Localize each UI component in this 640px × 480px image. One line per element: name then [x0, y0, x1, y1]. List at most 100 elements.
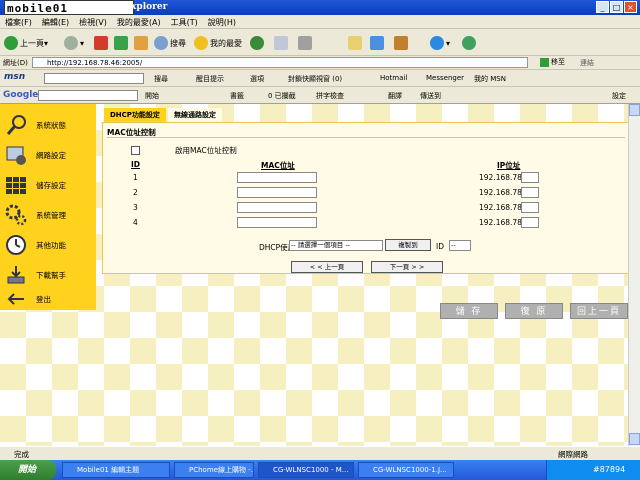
sidebar-item-network[interactable]: 網路設定	[4, 142, 94, 168]
tray-clock: #87894	[593, 465, 626, 474]
msn-search-input[interactable]	[44, 73, 144, 84]
back-button[interactable]: 上一頁 ▾	[4, 34, 48, 52]
address-input[interactable]: http://192.168.78.46:2005/	[32, 57, 528, 68]
blocked-popups-button[interactable]: 0 已攔截	[268, 91, 296, 101]
menu-favorites[interactable]: 我的最愛(A)	[112, 15, 166, 30]
tab-wireless-access[interactable]: 無線通路設定	[168, 108, 222, 122]
stop-icon	[94, 36, 108, 50]
task-pchome[interactable]: PChome線上購物 -...	[174, 462, 254, 478]
menu-tools[interactable]: 工具(T)	[166, 15, 203, 30]
sidebar-item-download[interactable]: 下載幫手	[4, 262, 94, 288]
send-to-button[interactable]: 傳送到	[420, 91, 441, 101]
toolbar: 上一頁 ▾ ▾ 搜尋 我的最愛 ▾	[0, 29, 640, 56]
hotmail-button[interactable]: Hotmail	[380, 74, 407, 82]
ip-prefix: 192.168.78.	[479, 173, 525, 182]
star-icon	[194, 36, 208, 50]
back-page-button[interactable]: 回上一頁	[570, 303, 628, 319]
mac-input[interactable]	[237, 217, 317, 228]
msn-logo: msn	[4, 72, 26, 82]
minimize-button[interactable]: _	[596, 1, 609, 13]
restore-button[interactable]: 復 原	[505, 303, 563, 319]
google-search-input[interactable]	[38, 90, 138, 101]
task-image[interactable]: CG-WLNSC1000-1.J...	[358, 462, 454, 478]
ip-last-octet-input[interactable]	[521, 187, 539, 198]
mac-input[interactable]	[237, 172, 317, 183]
network-icon	[4, 144, 28, 166]
download-icon	[4, 264, 28, 286]
print-icon	[298, 36, 312, 50]
close-button[interactable]: ×	[624, 1, 637, 13]
dhcp-user-select[interactable]: -- 請選擇一個項目 --	[289, 240, 383, 251]
google-logo: Google	[3, 90, 39, 100]
home-button[interactable]	[134, 34, 150, 52]
go-button[interactable]: 移至	[540, 57, 565, 67]
my-msn-button[interactable]: 我的 MSN	[474, 74, 506, 84]
copy-to-button[interactable]: 複製到	[385, 239, 431, 251]
forward-button[interactable]: ▾	[64, 34, 84, 52]
contacts-button[interactable]	[462, 34, 478, 52]
tab-dhcp[interactable]: DHCP功能設定	[104, 108, 166, 122]
scroll-down-arrow[interactable]	[629, 433, 640, 445]
row-id: 4	[133, 218, 138, 227]
zone-text: 網際網路	[558, 450, 588, 459]
menu-edit[interactable]: 編輯(E)	[37, 15, 74, 30]
sidebar-item-storage[interactable]: 儲存設定	[4, 172, 94, 198]
header-id: ID	[131, 160, 141, 169]
messenger-icon	[430, 36, 444, 50]
discuss-button[interactable]	[370, 34, 386, 52]
save-button[interactable]: 儲 存	[440, 303, 498, 319]
print-button[interactable]	[298, 34, 314, 52]
research-button[interactable]	[394, 34, 410, 52]
mac-control-panel: MAC位址控制 啟用MAC位址控制 ID MAC位址 IP位址 1 192.16…	[102, 122, 628, 274]
menu-help[interactable]: 說明(H)	[203, 15, 241, 30]
scroll-up-arrow[interactable]	[629, 104, 640, 116]
mail-icon	[274, 36, 288, 50]
links-label[interactable]: 連結	[580, 58, 594, 68]
logout-arrow-icon	[4, 288, 28, 310]
stop-button[interactable]	[94, 34, 110, 52]
start-button[interactable]: 開始	[0, 460, 56, 480]
msn-options-button[interactable]: 選項	[250, 74, 264, 84]
edit-button[interactable]	[348, 34, 364, 52]
ip-last-octet-input[interactable]	[521, 172, 539, 183]
sidebar-item-system-status[interactable]: 系統狀態	[4, 112, 94, 138]
translate-button[interactable]: 翻譯	[388, 91, 402, 101]
sidebar-item-logout[interactable]: 登出	[4, 286, 94, 312]
msn-alerts-button[interactable]: 醒目提示	[196, 74, 224, 84]
favorites-button[interactable]: 我的最愛	[194, 34, 242, 52]
msn-search-button[interactable]: 搜尋	[154, 74, 168, 84]
google-settings-button[interactable]: 設定	[612, 91, 626, 101]
sidebar-item-other[interactable]: 其他功能	[4, 232, 94, 258]
messenger-link[interactable]: Messenger	[426, 74, 464, 82]
ip-last-octet-input[interactable]	[521, 202, 539, 213]
sidebar-item-system-admin[interactable]: 系統管理	[4, 202, 94, 228]
enable-mac-control-checkbox[interactable]	[131, 146, 140, 155]
id-select[interactable]: --	[449, 240, 471, 251]
menu-view[interactable]: 檢視(V)	[74, 15, 112, 30]
task-mobile01[interactable]: Mobile01 編輯主題	[62, 462, 170, 478]
mac-input[interactable]	[237, 202, 317, 213]
google-start-button[interactable]: 開始	[145, 91, 159, 101]
search-button[interactable]: 搜尋	[154, 34, 186, 52]
ip-prefix: 192.168.78.	[479, 203, 525, 212]
popup-blocker-button[interactable]: 封鎖快顯視窗 (0)	[288, 74, 342, 84]
refresh-icon	[114, 36, 128, 50]
bookmarks-button[interactable]: 書籤	[230, 91, 244, 101]
maximize-button[interactable]: □	[610, 1, 623, 13]
divider	[107, 137, 625, 138]
messenger-button[interactable]: ▾	[430, 34, 450, 52]
prev-page-button[interactable]: < < 上一頁	[291, 261, 363, 273]
refresh-button[interactable]	[114, 34, 130, 52]
mail-button[interactable]	[274, 34, 290, 52]
mac-input[interactable]	[237, 187, 317, 198]
menu-file[interactable]: 檔案(F)	[0, 15, 37, 30]
spellcheck-button[interactable]: 拼字檢查	[316, 91, 344, 101]
menu-bar: 檔案(F) 編輯(E) 檢視(V) 我的最愛(A) 工具(T) 說明(H)	[0, 15, 640, 29]
task-router-admin[interactable]: CG-WLNSC1000 - M...	[258, 462, 354, 478]
vertical-scrollbar[interactable]	[628, 104, 640, 446]
history-button[interactable]	[250, 34, 266, 52]
status-text: 完成	[14, 450, 29, 459]
status-bar: 完成 網際網路	[0, 446, 640, 460]
ip-last-octet-input[interactable]	[521, 217, 539, 228]
next-page-button[interactable]: 下一頁 > >	[371, 261, 443, 273]
